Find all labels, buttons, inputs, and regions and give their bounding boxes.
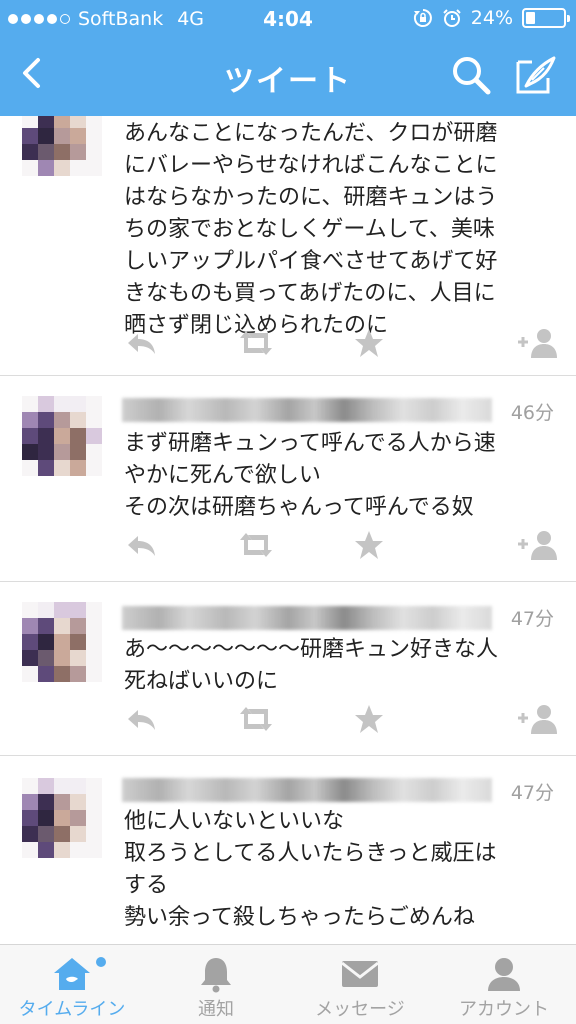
alarm-icon (443, 9, 461, 27)
avatar[interactable] (22, 116, 102, 176)
reply-button[interactable] (124, 528, 164, 562)
blurred-username (122, 398, 492, 422)
status-bar: SoftBank 4G 4:04 24% (0, 0, 576, 38)
tweet-actions (124, 702, 564, 736)
tweet-timestamp: 47分 (510, 608, 554, 630)
follow-button[interactable] (516, 702, 557, 736)
tweet-timestamp: 46分 (510, 402, 554, 424)
tab-notifications[interactable]: 通知 (144, 945, 288, 1024)
retweet-button[interactable] (236, 326, 276, 360)
tab-label: メッセージ (315, 999, 405, 1020)
person-icon (488, 958, 520, 991)
favorite-button[interactable] (352, 326, 392, 360)
tweet-item[interactable]: 46分 まず研磨キュンって呼んでる人から速 やかに死んで欲しい その次は研磨ちゃ… (0, 376, 576, 582)
tab-label: アカウント (459, 999, 549, 1020)
favorite-button[interactable] (352, 702, 392, 736)
search-icon (453, 57, 491, 95)
favorite-button[interactable] (352, 528, 392, 562)
reply-icon (128, 334, 155, 354)
retweet-icon (240, 533, 272, 557)
envelope-icon (341, 961, 379, 987)
favorite-icon (355, 329, 383, 357)
tab-label: 通知 (198, 999, 234, 1020)
tweet-text: まず研磨キュンって呼んでる人から速 やかに死んで欲しい その次は研磨ちゃんって呼… (124, 431, 496, 520)
compose-icon (516, 56, 556, 94)
home-icon (54, 958, 90, 990)
reply-button[interactable] (124, 326, 164, 360)
tweet-timeline[interactable]: あんなことになったんだ、クロが研磨 にバレーやらせなければこんなことに はならな… (0, 116, 576, 944)
retweet-button[interactable] (236, 702, 276, 736)
avatar[interactable] (22, 778, 102, 858)
follow-icon (518, 329, 557, 358)
reply-icon (128, 710, 155, 730)
tweet-text: あんなことになったんだ、クロが研磨 にバレーやらせなければこんなことに はならな… (124, 121, 498, 338)
reply-icon (128, 536, 155, 556)
follow-button[interactable] (516, 528, 557, 562)
avatar[interactable] (22, 602, 102, 682)
tab-bar: タイムライン 通知 メッセージ アカウント (0, 944, 576, 1024)
tweet-text: 他に人いないといいな 取ろうとしてる人いたらきっと威圧は する 勢い余って殺しち… (124, 809, 497, 930)
retweet-icon (240, 331, 272, 355)
tab-label: タイムライン (18, 999, 126, 1020)
search-button[interactable] (448, 52, 494, 98)
bell-icon (201, 958, 231, 993)
tweet-actions (124, 528, 564, 562)
favorite-icon (355, 531, 383, 559)
rotation-lock-icon (413, 9, 432, 27)
tab-messages[interactable]: メッセージ (288, 945, 432, 1024)
battery-icon (522, 8, 570, 28)
follow-icon (518, 705, 557, 734)
battery-percent: 24% (470, 7, 513, 29)
tweet-timestamp: 47分 (510, 782, 554, 804)
compose-button[interactable] (510, 52, 560, 98)
app-header: SoftBank 4G 4:04 24% ツイート (0, 0, 576, 116)
retweet-button[interactable] (236, 528, 276, 562)
tweet-item[interactable]: あんなことになったんだ、クロが研磨 にバレーやらせなければこんなことに はならな… (0, 116, 576, 376)
follow-button[interactable] (516, 326, 557, 360)
tweet-item[interactable]: 47分 他に人いないといいな 取ろうとしてる人いたらきっと威圧は する 勢い余っ… (0, 756, 576, 944)
nav-bar: ツイート (0, 38, 576, 116)
tweet-item[interactable]: 47分 あ〜〜〜〜〜〜〜研磨キュン好きな人 死ねばいいのに (0, 582, 576, 756)
favorite-icon (355, 705, 383, 733)
avatar[interactable] (22, 396, 102, 476)
tweet-text: あ〜〜〜〜〜〜〜研磨キュン好きな人 死ねばいいのに (124, 637, 499, 694)
blurred-username (122, 606, 492, 630)
follow-icon (518, 531, 557, 560)
reply-button[interactable] (124, 702, 164, 736)
blurred-username (122, 778, 492, 802)
tab-timeline[interactable]: タイムライン (0, 945, 144, 1024)
tab-account[interactable]: アカウント (432, 945, 576, 1024)
tweet-actions (124, 326, 564, 360)
retweet-icon (240, 707, 272, 731)
unread-dot (96, 957, 106, 967)
